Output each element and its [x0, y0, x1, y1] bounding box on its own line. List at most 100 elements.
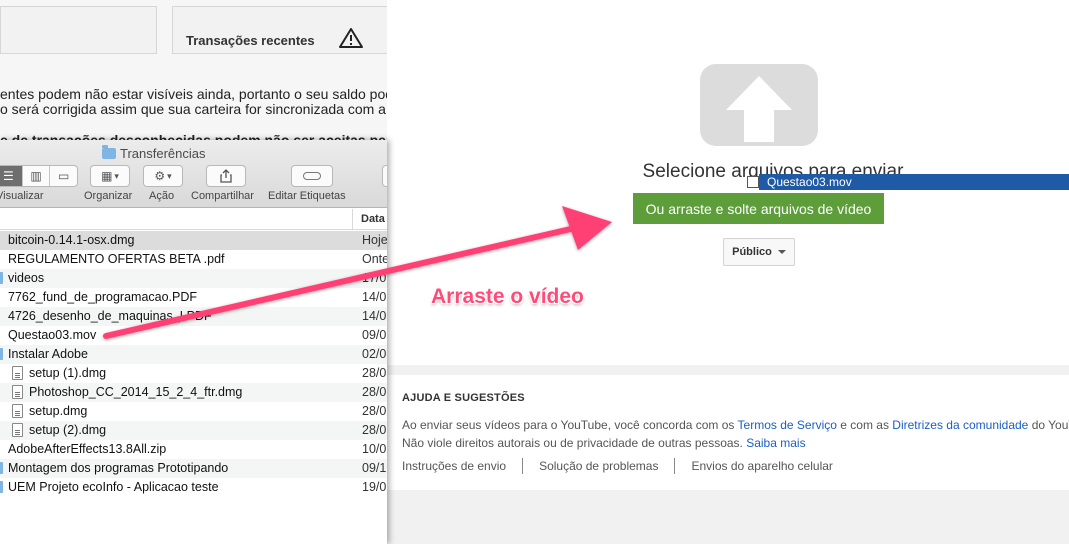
file-name: AdobeAfterEffects13.8All.zip — [8, 442, 167, 456]
folder-icon — [0, 462, 3, 474]
upload-arrow-icon[interactable] — [700, 64, 818, 146]
wallet-app-background: Transações recentes entes podem não esta… — [0, 0, 402, 148]
terms-notice-text: do YouT — [1031, 418, 1069, 432]
file-row[interactable]: 7762_fund_de_programacao.PDF 14/0 — [0, 288, 387, 307]
action-button[interactable]: ⚙ ▾ — [143, 165, 183, 187]
file-name: setup (1).dmg — [29, 366, 107, 380]
terms-notice-text: Ao enviar seus vídeos para o YouTube, vo… — [402, 418, 738, 432]
drag-drop-videos-button[interactable]: Ou arraste e solte arquivos de vídeo — [633, 193, 884, 224]
help-section: AJUDA E SUGESTÕES Ao enviar seus vídeos … — [387, 375, 1069, 490]
file-name: Montagem dos programas Prototipando — [8, 461, 229, 475]
terms-of-service-link[interactable]: Termos de Serviço — [738, 418, 837, 432]
mobile-uploads-link[interactable]: Envios do aparelho celular — [674, 458, 848, 474]
share-icon — [220, 169, 232, 183]
file-date: 28/0 — [362, 423, 387, 437]
youtube-upload-page: Selecione arquivos para enviar Ou arrast… — [387, 0, 1069, 544]
disk-image-icon — [12, 385, 23, 399]
folder-row[interactable]: UEM Projeto ecoInfo - Aplicacao teste 19/… — [0, 478, 387, 497]
copyright-notice: Não viole direitos autorais ou de privac… — [402, 436, 806, 450]
file-name: Instalar Adobe — [8, 347, 88, 361]
warning-triangle-icon — [339, 28, 363, 48]
folder-icon — [0, 348, 3, 360]
view-label: Visualizar — [0, 190, 44, 202]
file-name: setup.dmg — [29, 404, 88, 418]
window-title-text: Transferências — [120, 146, 206, 161]
disk-image-icon — [12, 404, 23, 418]
recent-transactions-title: Transações recentes — [186, 33, 315, 48]
file-date: 19/0 — [362, 480, 387, 494]
file-name: 4726_desenho_de_maquinas_I.PDF — [8, 309, 212, 323]
file-row[interactable]: setup.dmg 28/0 — [0, 402, 387, 421]
action-label: Ação — [149, 190, 175, 202]
file-date: Onte — [362, 252, 387, 266]
file-name: REGULAMENTO OFERTAS BETA .pdf — [8, 252, 225, 266]
folder-row[interactable]: Instalar Adobe 02/0 — [0, 345, 387, 364]
file-date: 02/0 — [362, 347, 387, 361]
file-date: 28/0 — [362, 404, 387, 418]
disk-image-icon — [12, 366, 23, 380]
tag-icon — [303, 172, 321, 180]
window-title: Transferências — [102, 145, 206, 161]
file-date: 17/0 — [362, 271, 387, 285]
file-row[interactable]: AdobeAfterEffects13.8All.zip 10/0 — [0, 440, 387, 459]
arrange-label: Organizar — [84, 190, 133, 202]
list-view-icon[interactable]: ☰ — [0, 166, 23, 186]
file-row[interactable]: Questao03.mov 09/0 — [0, 326, 387, 345]
learn-more-link[interactable]: Saiba mais — [746, 436, 805, 450]
grid-icon: ▦ — [101, 169, 113, 183]
privacy-label: Público — [732, 246, 772, 258]
file-row[interactable]: setup (1).dmg 28/0 — [0, 364, 387, 383]
folder-row[interactable]: videos 17/0 — [0, 269, 387, 288]
disk-image-icon — [12, 423, 23, 437]
annotation-label: Arraste o vídeo — [431, 285, 584, 308]
column-header-date[interactable]: Data — [352, 209, 387, 230]
chevron-down-icon: ▾ — [114, 170, 119, 181]
edit-tags-label: Editar Etiquetas — [268, 190, 346, 202]
file-date: 09/1 — [362, 461, 387, 475]
file-date: 09/0 — [362, 328, 387, 342]
file-date: 14/0 — [362, 309, 387, 323]
video-file-icon — [747, 176, 759, 188]
troubleshooting-link[interactable]: Solução de problemas — [522, 458, 674, 474]
view-mode-group[interactable]: ☰ ▥ ▭ — [0, 165, 78, 187]
help-nav: Instruções de envio Solução de problemas… — [402, 458, 849, 474]
chevron-down-icon: ▾ — [167, 170, 172, 181]
file-row[interactable]: setup (2).dmg 28/0 — [0, 421, 387, 440]
file-date: Hoje — [362, 233, 387, 247]
upload-instructions-link[interactable]: Instruções de envio — [402, 458, 522, 474]
gear-icon: ⚙ — [154, 169, 166, 183]
toolbar-button-partial[interactable] — [382, 165, 387, 187]
file-list: bitcoin-0.14.1-osx.dmg Hoje REGULAMENTO O… — [0, 231, 387, 497]
file-name: setup (2).dmg — [29, 423, 107, 437]
copyright-notice-text: Não viole direitos autorais ou de privac… — [402, 436, 747, 450]
folder-row[interactable]: Montagem dos programas Prototipando 09/1 — [0, 459, 387, 478]
file-name: videos — [8, 271, 45, 285]
edit-tags-button[interactable] — [291, 165, 333, 187]
screen: Transações recentes entes podem não esta… — [0, 0, 1069, 544]
upload-area[interactable]: Selecione arquivos para enviar Ou arrast… — [387, 0, 1069, 365]
gallery-view-icon[interactable]: ▭ — [50, 166, 77, 186]
file-row[interactable]: REGULAMENTO OFERTAS BETA .pdf Onte — [0, 250, 387, 269]
terms-notice-text: e com as — [836, 418, 893, 432]
dragged-file-ghost: Questao03.mov — [747, 174, 1069, 190]
column-view-icon[interactable]: ▥ — [23, 166, 51, 186]
wallet-panel — [0, 6, 157, 54]
file-date: 28/0 — [362, 366, 387, 380]
finder-window: Transferências ☰ ▥ ▭ Visualizar ▦ ▾ Organ… — [0, 140, 387, 544]
help-title: AJUDA E SUGESTÕES — [402, 392, 525, 404]
share-button[interactable] — [206, 165, 246, 187]
wallet-notice-line: o será corrigida assim que sua carteira … — [0, 101, 395, 117]
chevron-down-icon — [777, 250, 786, 254]
file-name: bitcoin-0.14.1-osx.dmg — [8, 233, 135, 247]
community-guidelines-link[interactable]: Diretrizes da comunidade — [892, 418, 1028, 432]
folder-icon — [0, 481, 3, 493]
file-date: 10/0 — [362, 442, 387, 456]
file-date: 28/0 — [362, 385, 387, 399]
file-name: Questao03.mov — [8, 328, 97, 342]
file-row[interactable]: 4726_desenho_de_maquinas_I.PDF 14/0 — [0, 307, 387, 326]
file-date: 14/0 — [362, 290, 387, 304]
arrange-button[interactable]: ▦ ▾ — [90, 165, 130, 187]
file-row[interactable]: Photoshop_CC_2014_15_2_4_ftr.dmg 28/0 — [0, 383, 387, 402]
file-row[interactable]: bitcoin-0.14.1-osx.dmg Hoje — [0, 231, 387, 250]
privacy-dropdown[interactable]: Público — [723, 238, 795, 266]
